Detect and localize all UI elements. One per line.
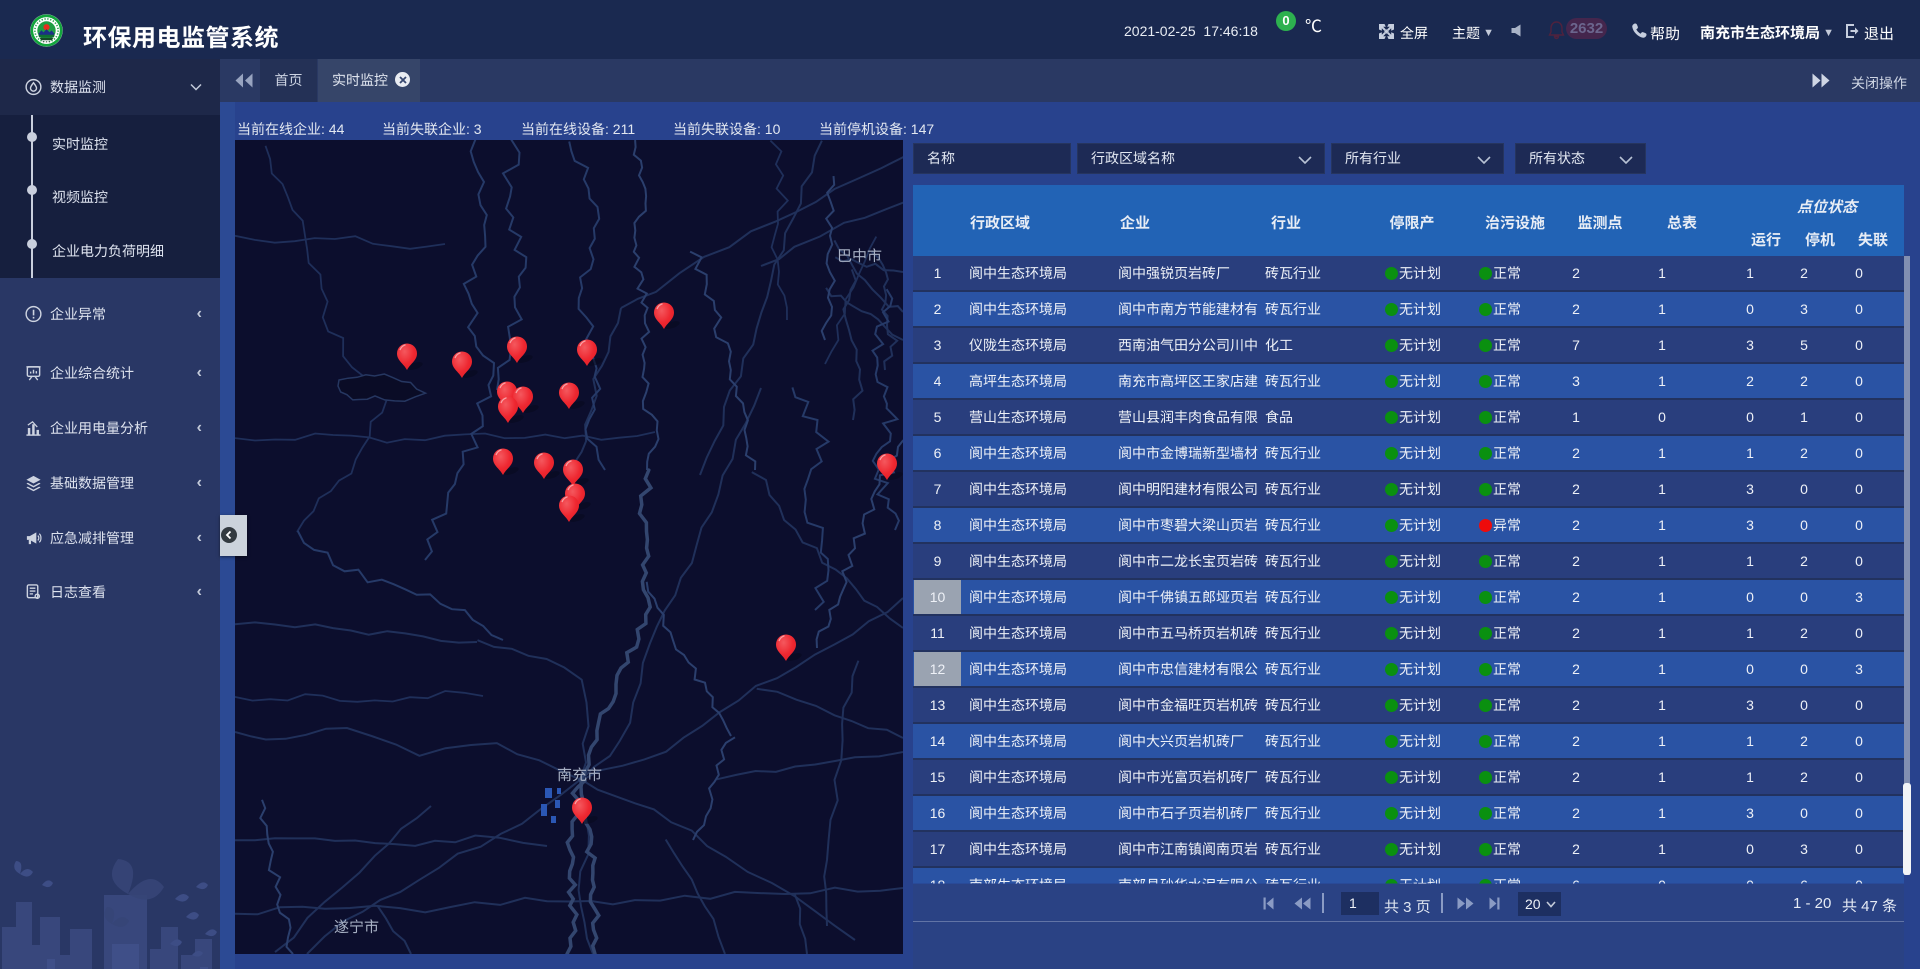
svg-text:南充市: 南充市 [557,767,602,784]
svg-text:遂宁市: 遂宁市 [334,919,379,936]
svg-text:巴中市: 巴中市 [837,248,882,265]
